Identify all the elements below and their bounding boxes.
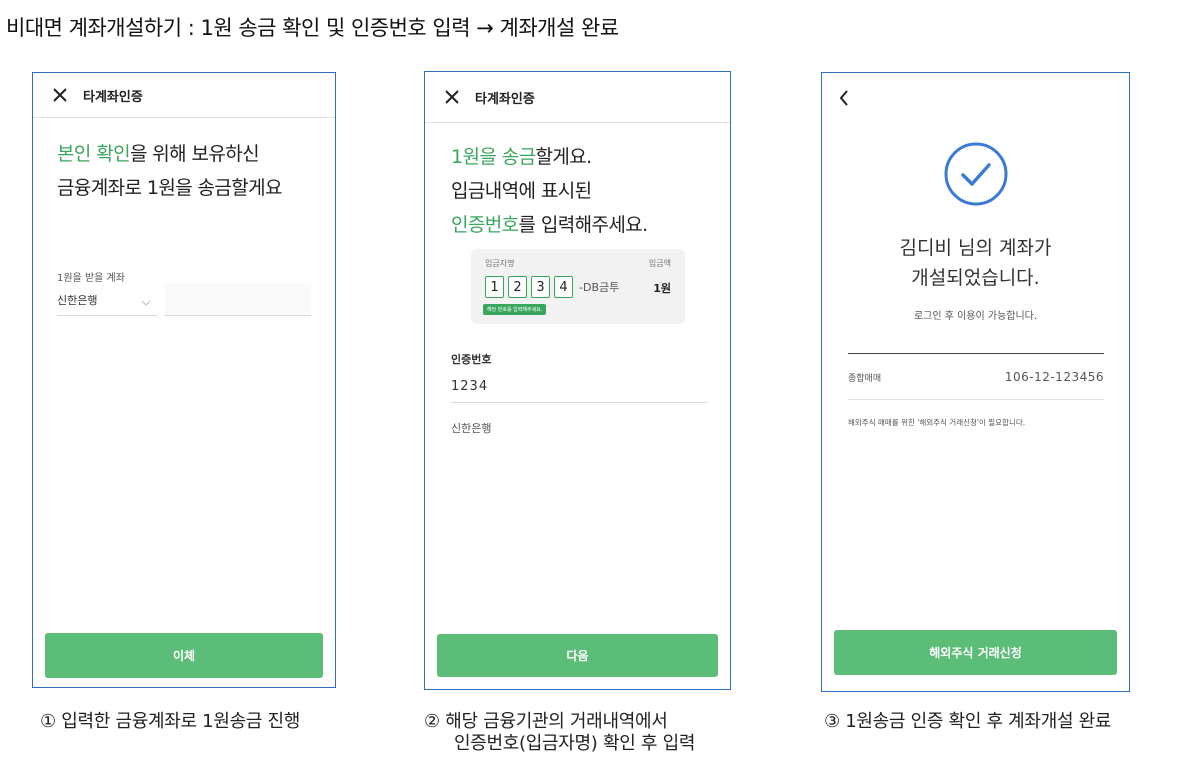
success-line2: 개설되었습니다.	[911, 267, 1040, 289]
account-number: 106-12-123456	[1004, 370, 1104, 384]
code-digit: 2	[508, 276, 527, 298]
login-note: 로그인 후 이용이 가능합니다.	[913, 311, 1038, 322]
account-row: 종합매매 106-12-123456	[848, 355, 1104, 400]
transfer-button[interactable]: 이체	[45, 633, 323, 678]
screen-step3: 김디비 님의 계좌가 개설되었습니다. 로그인 후 이용이 가능합니다. 종합매…	[821, 72, 1130, 692]
topbar: 타계좌인증	[425, 72, 730, 123]
foreign-stock-note: 해외주식 매매를 위한 '해외주식 거래신청'이 필요합니다.	[848, 418, 1026, 427]
amount-label: 입금액	[648, 259, 671, 268]
close-icon[interactable]	[49, 84, 71, 106]
account-number-input[interactable]	[165, 283, 311, 316]
auth-code-label: 인증번호	[451, 353, 492, 366]
bank-name: 신한은행	[451, 422, 492, 435]
chevron-down-icon	[141, 291, 151, 310]
topbar: 타계좌인증	[33, 73, 335, 118]
step2-caption-line2: 인증번호(입금자명) 확인 후 입력	[454, 733, 696, 754]
headline: 1원을 송금할게요. 입금내역에 표시된 인증번호를 입력해주세요.	[451, 140, 648, 242]
depositor-code: 1 2 3 4 -DB금투	[485, 276, 619, 298]
amount-value: 1원	[653, 282, 671, 295]
screen-step2: 타계좌인증 1원을 송금할게요. 입금내역에 표시된 인증번호를 입력해주세요.…	[424, 71, 731, 690]
headline-highlight: 본인 확인	[57, 143, 131, 165]
deposit-info-card: 입금자명 입금액 1 2 3 4 -DB금투 1원 해당 번호를 입력해주세요.	[471, 249, 685, 324]
code-digit: 1	[485, 276, 504, 298]
depositor-label: 입금자명	[485, 259, 515, 268]
headline-text: 를 입력해주세요.	[518, 214, 649, 236]
topbar-title: 타계좌인증	[475, 91, 535, 107]
foreign-stock-apply-button[interactable]: 해외주식 거래신청	[834, 630, 1117, 675]
divider	[848, 353, 1104, 354]
code-digit: 4	[554, 276, 573, 298]
step1-caption: ① 입력한 금융계좌로 1원송금 진행	[40, 711, 301, 732]
bank-select-value: 신한은행	[57, 294, 98, 307]
headline-text: 을 위해 보유하신	[129, 143, 260, 165]
success-line1: 김디비 님의 계좌가	[899, 237, 1052, 259]
success-message: 김디비 님의 계좌가 개설되었습니다.	[822, 233, 1129, 293]
check-circle-icon	[943, 141, 1009, 211]
auth-code-input[interactable]: 1234	[451, 370, 707, 403]
account-field-label: 1원을 받을 계좌	[57, 273, 125, 284]
depositor-suffix: -DB금투	[579, 281, 620, 294]
bank-select[interactable]: 신한은행	[57, 285, 157, 316]
headline-text: 할게요.	[535, 146, 592, 168]
code-digit: 3	[531, 276, 550, 298]
page-title: 비대면 계좌개설하기 : 1원 송금 확인 및 인증번호 입력 → 계좌개설 완…	[6, 16, 619, 40]
topbar-title: 타계좌인증	[83, 89, 143, 105]
back-icon[interactable]	[838, 89, 852, 111]
next-button[interactable]: 다음	[437, 634, 718, 677]
headline: 본인 확인을 위해 보유하신 금융계좌로 1원을 송금할게요	[57, 137, 283, 205]
screen-step1: 타계좌인증 본인 확인을 위해 보유하신 금융계좌로 1원을 송금할게요 1원을…	[32, 72, 336, 688]
headline-highlight: 1원을 송금	[451, 146, 536, 168]
auth-code-value: 1234	[451, 378, 489, 394]
account-type: 종합매매	[848, 373, 882, 384]
step3-caption: ③ 1원송금 인증 확인 후 계좌개설 완료	[824, 711, 1112, 732]
headline-line2: 금융계좌로 1원을 송금할게요	[57, 177, 283, 199]
step2-caption-line1: ② 해당 금융기관의 거래내역에서	[424, 711, 668, 732]
headline-line2: 입금내역에 표시된	[451, 180, 592, 202]
headline-highlight: 인증번호	[451, 214, 519, 236]
close-icon[interactable]	[441, 86, 463, 108]
hint-tag: 해당 번호를 입력해주세요.	[483, 304, 547, 315]
